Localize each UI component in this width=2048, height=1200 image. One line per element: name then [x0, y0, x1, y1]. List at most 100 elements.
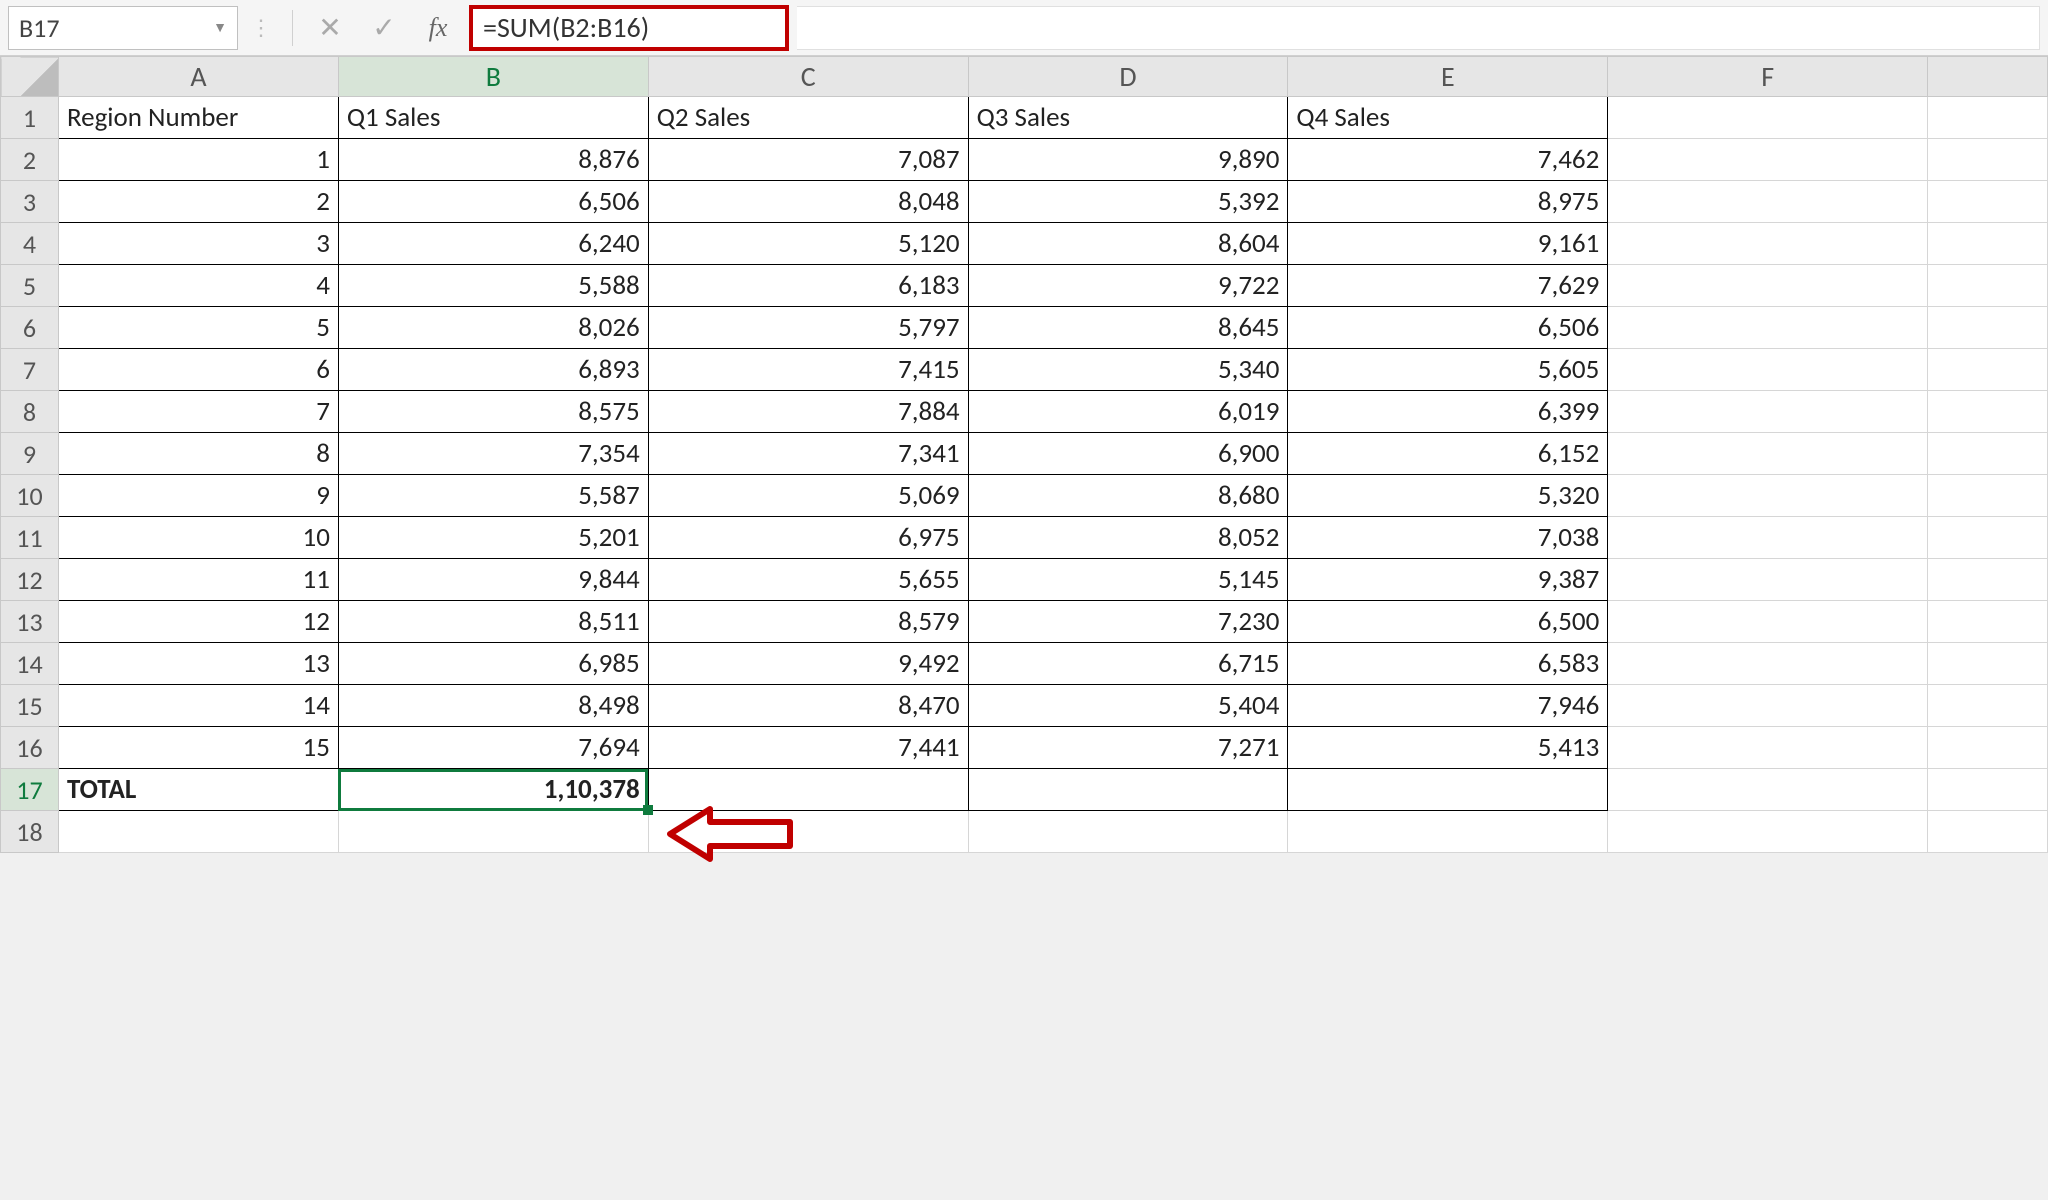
- cell[interactable]: [1928, 391, 2048, 433]
- row-header[interactable]: 15: [1, 685, 59, 727]
- cell-A10[interactable]: 9: [58, 475, 338, 517]
- col-header-empty[interactable]: [1928, 57, 2048, 97]
- cell-A16[interactable]: 15: [58, 727, 338, 769]
- cell[interactable]: [1608, 475, 1928, 517]
- cell-D3[interactable]: 5,392: [968, 181, 1288, 223]
- cell-E15[interactable]: 7,946: [1288, 685, 1608, 727]
- cell-D16[interactable]: 7,271: [968, 727, 1288, 769]
- cell-D2[interactable]: 9,890: [968, 139, 1288, 181]
- cell-D11[interactable]: 8,052: [968, 517, 1288, 559]
- cell[interactable]: [1928, 307, 2048, 349]
- name-box[interactable]: B17 ▼: [8, 6, 238, 50]
- cell[interactable]: [1608, 601, 1928, 643]
- cell-B10[interactable]: 5,587: [338, 475, 648, 517]
- col-header-C[interactable]: C: [648, 57, 968, 97]
- cell-D7[interactable]: 5,340: [968, 349, 1288, 391]
- cell-D6[interactable]: 8,645: [968, 307, 1288, 349]
- cell-D5[interactable]: 9,722: [968, 265, 1288, 307]
- cell-B7[interactable]: 6,893: [338, 349, 648, 391]
- cell-A4[interactable]: 3: [58, 223, 338, 265]
- cell-E17[interactable]: [1288, 769, 1608, 811]
- cell-A13[interactable]: 12: [58, 601, 338, 643]
- cell-A3[interactable]: 2: [58, 181, 338, 223]
- cell[interactable]: [1928, 685, 2048, 727]
- cell-A11[interactable]: 10: [58, 517, 338, 559]
- cell-B9[interactable]: 7,354: [338, 433, 648, 475]
- cell[interactable]: [1928, 223, 2048, 265]
- cell[interactable]: [1608, 433, 1928, 475]
- cell-B8[interactable]: 8,575: [338, 391, 648, 433]
- cell[interactable]: [1928, 181, 2048, 223]
- cell-C9[interactable]: 7,341: [648, 433, 968, 475]
- cell[interactable]: [1608, 685, 1928, 727]
- cell-A5[interactable]: 4: [58, 265, 338, 307]
- chevron-down-icon[interactable]: ▼: [213, 19, 227, 36]
- cell-E11[interactable]: 7,038: [1288, 517, 1608, 559]
- cell[interactable]: [1608, 181, 1928, 223]
- cell-D9[interactable]: 6,900: [968, 433, 1288, 475]
- cell-A15[interactable]: 14: [58, 685, 338, 727]
- cell-C4[interactable]: 5,120: [648, 223, 968, 265]
- formula-input-rest[interactable]: [797, 6, 2040, 50]
- cell-E10[interactable]: 5,320: [1288, 475, 1608, 517]
- cell-C13[interactable]: 8,579: [648, 601, 968, 643]
- row-header[interactable]: 16: [1, 727, 59, 769]
- row-header[interactable]: 8: [1, 391, 59, 433]
- row-header[interactable]: 1: [1, 97, 59, 139]
- cell-D14[interactable]: 6,715: [968, 643, 1288, 685]
- cell-A14[interactable]: 13: [58, 643, 338, 685]
- cell-C3[interactable]: 8,048: [648, 181, 968, 223]
- cell[interactable]: [1288, 811, 1608, 853]
- cell-C11[interactable]: 6,975: [648, 517, 968, 559]
- cell-B13[interactable]: 8,511: [338, 601, 648, 643]
- cell[interactable]: [1608, 559, 1928, 601]
- cell[interactable]: [648, 811, 968, 853]
- row-header[interactable]: 2: [1, 139, 59, 181]
- cell[interactable]: [1608, 307, 1928, 349]
- row-header[interactable]: 13: [1, 601, 59, 643]
- cell-D15[interactable]: 5,404: [968, 685, 1288, 727]
- resize-dots-icon[interactable]: ⋮: [246, 14, 278, 41]
- cell-E12[interactable]: 9,387: [1288, 559, 1608, 601]
- row-header[interactable]: 9: [1, 433, 59, 475]
- cell[interactable]: [1608, 223, 1928, 265]
- cell-A12[interactable]: 11: [58, 559, 338, 601]
- cell-C6[interactable]: 5,797: [648, 307, 968, 349]
- cell-E9[interactable]: 6,152: [1288, 433, 1608, 475]
- cell[interactable]: [1928, 97, 2048, 139]
- cell-C5[interactable]: 6,183: [648, 265, 968, 307]
- cell-E6[interactable]: 6,506: [1288, 307, 1608, 349]
- row-header[interactable]: 18: [1, 811, 59, 853]
- row-header[interactable]: 6: [1, 307, 59, 349]
- cell-D4[interactable]: 8,604: [968, 223, 1288, 265]
- cell-A7[interactable]: 6: [58, 349, 338, 391]
- formula-input[interactable]: =SUM(B2:B16): [469, 5, 789, 51]
- cell[interactable]: [1928, 349, 2048, 391]
- row-header[interactable]: 4: [1, 223, 59, 265]
- cell-A6[interactable]: 5: [58, 307, 338, 349]
- cell[interactable]: [338, 811, 648, 853]
- cell[interactable]: [1608, 517, 1928, 559]
- cell-B1[interactable]: Q1 Sales: [338, 97, 648, 139]
- cell-E8[interactable]: 6,399: [1288, 391, 1608, 433]
- cell-E5[interactable]: 7,629: [1288, 265, 1608, 307]
- cell[interactable]: [1608, 811, 1928, 853]
- row-header[interactable]: 3: [1, 181, 59, 223]
- cell-B17[interactable]: 1,10,378: [338, 769, 648, 811]
- cell[interactable]: [1928, 475, 2048, 517]
- cell[interactable]: [58, 811, 338, 853]
- cell-C8[interactable]: 7,884: [648, 391, 968, 433]
- cancel-formula-button[interactable]: ✕: [307, 6, 353, 50]
- fx-button[interactable]: fx: [415, 6, 461, 50]
- cell[interactable]: [1928, 811, 2048, 853]
- cell-A17[interactable]: TOTAL: [58, 769, 338, 811]
- cell[interactable]: [1928, 601, 2048, 643]
- col-header-B[interactable]: B: [338, 57, 648, 97]
- cell-B5[interactable]: 5,588: [338, 265, 648, 307]
- cell-D13[interactable]: 7,230: [968, 601, 1288, 643]
- cell-C1[interactable]: Q2 Sales: [648, 97, 968, 139]
- cell-D1[interactable]: Q3 Sales: [968, 97, 1288, 139]
- cell-D17[interactable]: [968, 769, 1288, 811]
- cell-C15[interactable]: 8,470: [648, 685, 968, 727]
- cell-B16[interactable]: 7,694: [338, 727, 648, 769]
